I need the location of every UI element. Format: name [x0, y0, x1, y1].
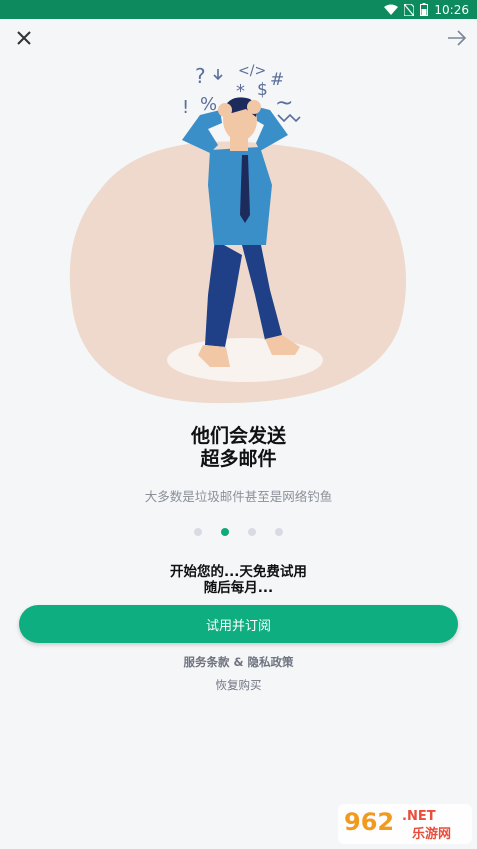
no-sim-icon [404, 3, 415, 16]
close-button[interactable] [12, 26, 36, 50]
page-dot-1[interactable] [194, 528, 202, 536]
stressed-man-illustration: ? % ! </> * $ # ~ [69, 63, 406, 404]
watermark-site-name: 乐游网 [412, 826, 451, 842]
symbol-asterisk: * [236, 81, 245, 102]
page-dot-2-active[interactable] [221, 528, 229, 536]
try-and-subscribe-button[interactable]: 试用并订阅 [19, 605, 458, 643]
page-dot-4[interactable] [275, 528, 283, 536]
symbol-dollar: $ [257, 80, 268, 100]
trial-info: 开始您的...天免费试用 随后每月... [0, 564, 477, 596]
site-watermark-logo: 962 .NET 乐游网 [338, 804, 472, 844]
terms-privacy-link[interactable]: 服务条款 & 隐私政策 [0, 654, 477, 670]
page-dot-3[interactable] [248, 528, 256, 536]
symbol-code: </> [238, 63, 266, 79]
symbol-question: ? [195, 64, 206, 88]
arrow-right-icon [448, 30, 467, 46]
status-time: 10:26 [434, 2, 469, 17]
trial-line-1: 开始您的...天免费试用 [170, 564, 307, 580]
headline-line-2: 超多邮件 [200, 448, 277, 470]
shirt [208, 147, 272, 245]
symbol-percent: % [200, 94, 217, 115]
symbol-tilde: ~ [275, 91, 293, 116]
symbol-hash: # [270, 70, 284, 90]
slide-subtitle: 大多数是垃圾邮件甚至是网络钓鱼 [144, 489, 333, 504]
symbol-arrow [213, 69, 223, 81]
next-button[interactable] [445, 26, 469, 50]
watermark-brand: 962 [344, 808, 394, 836]
trial-line-2: 随后每月... [203, 580, 274, 596]
watermark-domain: .NET [402, 809, 436, 824]
restore-purchase-link[interactable]: 恢复购买 [0, 677, 477, 693]
close-icon [17, 31, 31, 45]
slide-headline: 他们会发送 超多邮件 [0, 425, 477, 471]
symbol-exclaim: ! [182, 97, 189, 118]
battery-icon [420, 3, 429, 16]
page-indicator [0, 528, 477, 536]
headline-line-1: 他们会发送 [190, 425, 286, 447]
status-bar: 10:26 [0, 0, 477, 19]
floor-shadow [167, 338, 323, 382]
wifi-icon [384, 4, 399, 15]
